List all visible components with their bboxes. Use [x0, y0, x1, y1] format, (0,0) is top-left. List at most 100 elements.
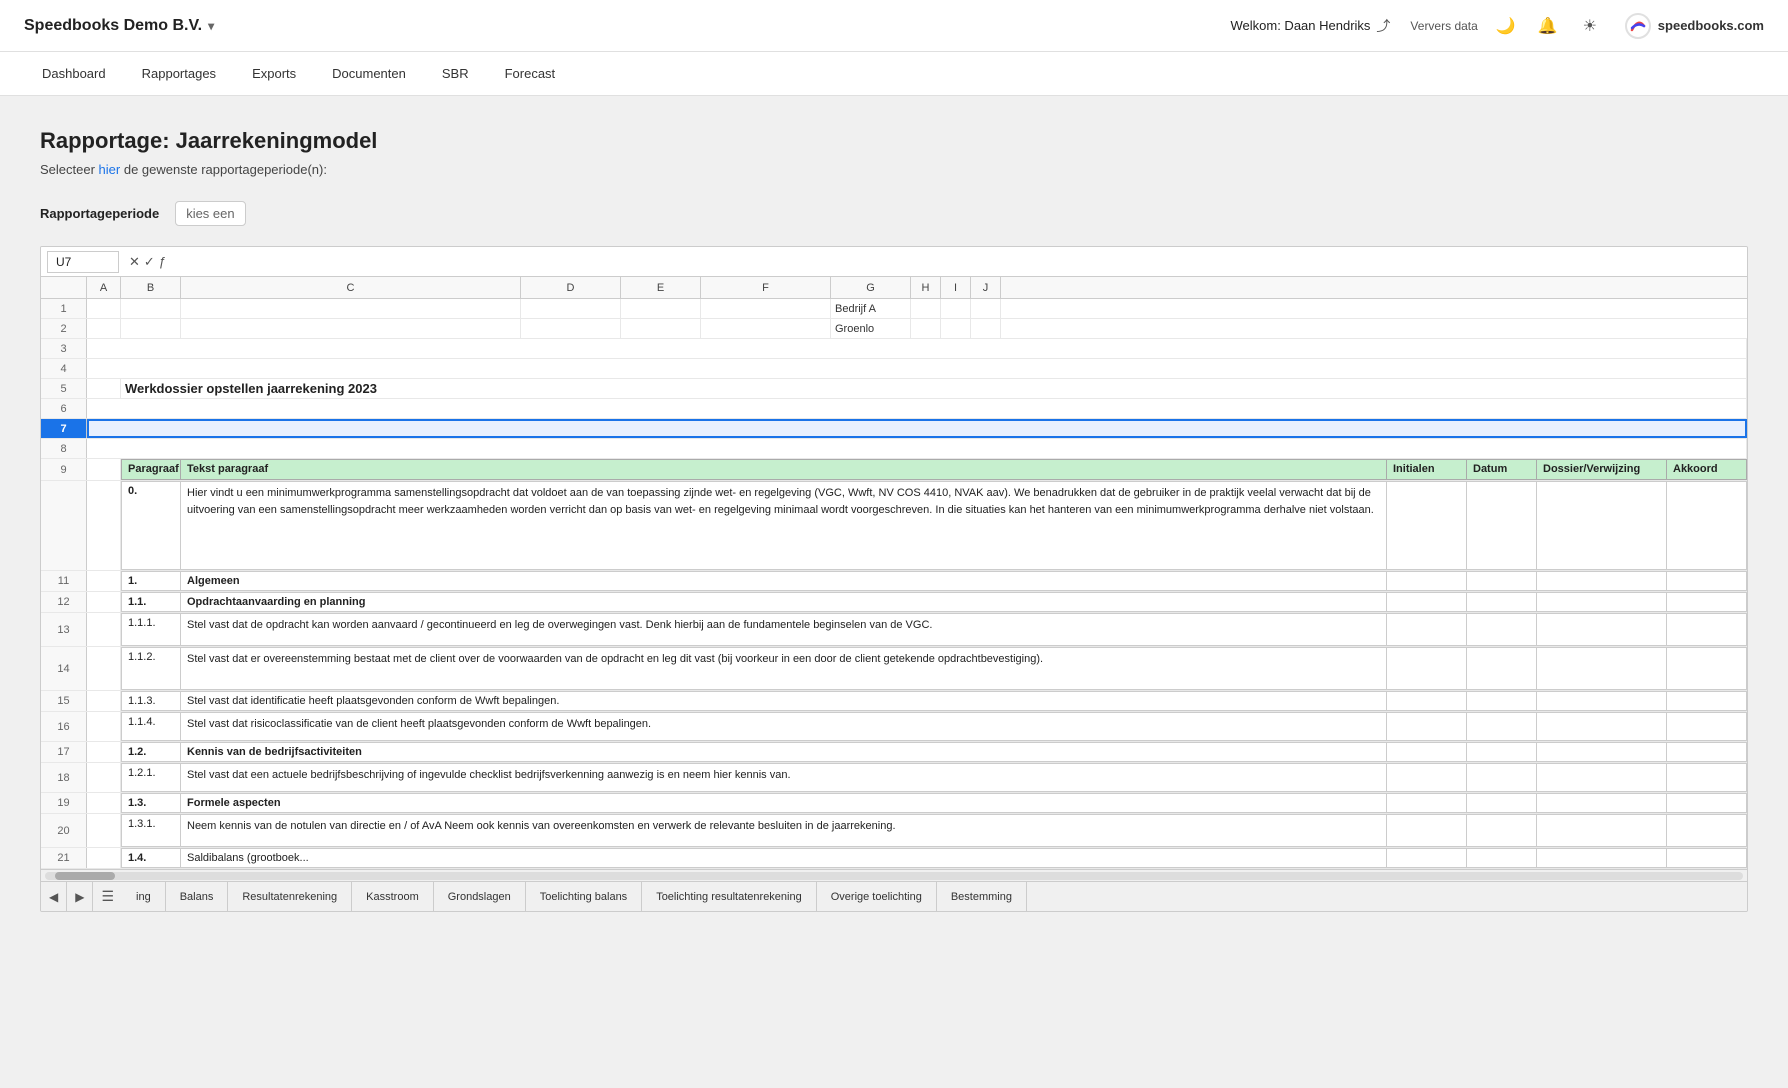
cell-12-a[interactable]: [87, 592, 121, 612]
td-datum-0[interactable]: [1467, 481, 1537, 570]
col-header-d[interactable]: D: [521, 277, 621, 298]
col-header-j[interactable]: J: [971, 277, 1001, 298]
col-header-f[interactable]: F: [701, 277, 831, 298]
cell-16-a[interactable]: [87, 712, 121, 741]
sheet-tab-prev[interactable]: ◀: [41, 882, 67, 912]
sheet-tab-grondslagen[interactable]: Grondslagen: [434, 882, 526, 912]
cell-2-a[interactable]: [87, 319, 121, 338]
td-p-18[interactable]: 1.2.1.: [121, 763, 181, 792]
brand-chevron[interactable]: ▾: [208, 19, 214, 33]
cell-2-f[interactable]: [701, 319, 831, 338]
td-a-11[interactable]: [1667, 571, 1747, 591]
cell-2-g[interactable]: Groenlo: [831, 319, 911, 338]
sheet-tab-bestemming[interactable]: Bestemming: [937, 882, 1027, 912]
period-select[interactable]: kies een: [175, 201, 245, 226]
cell-6-all[interactable]: [87, 399, 1747, 418]
sheet-tab-ing[interactable]: ing: [122, 882, 166, 912]
cell-7-selected[interactable]: [87, 419, 1747, 438]
sheet-tab-next[interactable]: ▶: [67, 882, 93, 912]
cell-20-a[interactable]: [87, 814, 121, 847]
cell-21-a[interactable]: [87, 848, 121, 868]
cell-3-all[interactable]: [87, 339, 1747, 358]
insert-function-icon[interactable]: ƒ: [159, 254, 166, 269]
cell-2-d[interactable]: [521, 319, 621, 338]
td-p-16[interactable]: 1.1.4.: [121, 712, 181, 741]
td-p-15[interactable]: 1.1.3.: [121, 691, 181, 711]
td-t-11[interactable]: Algemeen: [181, 571, 1387, 591]
brand[interactable]: Speedbooks Demo B.V. ▾: [24, 17, 214, 35]
td-t-20[interactable]: Neem kennis van de notulen van directie …: [181, 814, 1387, 847]
cell-2-j[interactable]: [971, 319, 1001, 338]
td-dossier-0[interactable]: [1537, 481, 1667, 570]
nav-item-sbr[interactable]: SBR: [424, 52, 487, 96]
td-akkoord-0[interactable]: [1667, 481, 1747, 570]
td-t-14[interactable]: Stel vast dat er overeenstemming bestaat…: [181, 647, 1387, 690]
td-initialen-0[interactable]: [1387, 481, 1467, 570]
cell-1-g[interactable]: Bedrijf A: [831, 299, 911, 318]
cell-9-a[interactable]: [87, 459, 121, 480]
td-tekst-0[interactable]: Hier vindt u een minimumwerkprogramma sa…: [181, 481, 1387, 570]
td-p-14[interactable]: 1.1.2.: [121, 647, 181, 690]
nav-item-documenten[interactable]: Documenten: [314, 52, 424, 96]
cell-8-all[interactable]: [87, 439, 1747, 458]
td-t-21[interactable]: Saldibalans (grootboek...: [181, 848, 1387, 868]
formula-input[interactable]: [176, 255, 1741, 269]
cell-18-a[interactable]: [87, 763, 121, 792]
nav-item-forecast[interactable]: Forecast: [487, 52, 574, 96]
td-i-11[interactable]: [1387, 571, 1467, 591]
cell-5-title[interactable]: Werkdossier opstellen jaarrekening 2023: [121, 379, 1747, 398]
cell-5-a[interactable]: [87, 379, 121, 398]
refresh-icon[interactable]: 🌙: [1492, 12, 1520, 40]
td-t-17[interactable]: Kennis van de bedrijfsactiviteiten: [181, 742, 1387, 762]
cancel-formula-icon[interactable]: ✕: [129, 254, 140, 270]
cell-1-f[interactable]: [701, 299, 831, 318]
logout-icon[interactable]: ⤴: [1376, 16, 1390, 36]
cell-19-a[interactable]: [87, 793, 121, 813]
cell-2-c[interactable]: [181, 319, 521, 338]
td-p-19[interactable]: 1.3.: [121, 793, 181, 813]
cell-2-b[interactable]: [121, 319, 181, 338]
td-t-18[interactable]: Stel vast dat een actuele bedrijfsbeschr…: [181, 763, 1387, 792]
cell-13-a[interactable]: [87, 613, 121, 646]
cell-2-h[interactable]: [911, 319, 941, 338]
cell-1-e[interactable]: [621, 299, 701, 318]
td-t-16[interactable]: Stel vast dat risicoclassificatie van de…: [181, 712, 1387, 741]
sheet-tab-balans[interactable]: Balans: [166, 882, 229, 912]
sheet-tab-kasstroom[interactable]: Kasstroom: [352, 882, 434, 912]
cell-4-all[interactable]: [87, 359, 1747, 378]
theme-icon[interactable]: ☀: [1576, 12, 1604, 40]
col-header-g[interactable]: G: [831, 277, 911, 298]
td-t-13[interactable]: Stel vast dat de opdracht kan worden aan…: [181, 613, 1387, 646]
cell-14-a[interactable]: [87, 647, 121, 690]
td-p-20[interactable]: 1.3.1.: [121, 814, 181, 847]
sheet-tab-toelichting-resultaten[interactable]: Toelichting resultatenrekening: [642, 882, 817, 912]
nav-item-exports[interactable]: Exports: [234, 52, 314, 96]
cell-1-b[interactable]: [121, 299, 181, 318]
subtitle-link[interactable]: hier: [99, 162, 121, 177]
td-p-17[interactable]: 1.2.: [121, 742, 181, 762]
h-scroll-track[interactable]: [45, 872, 1743, 880]
nav-item-rapportages[interactable]: Rapportages: [124, 52, 234, 96]
cell-11-a[interactable]: [87, 571, 121, 591]
sheet-tab-menu[interactable]: ☰: [93, 882, 122, 912]
notification-icon[interactable]: 🔔: [1534, 12, 1562, 40]
td-t-19[interactable]: Formele aspecten: [181, 793, 1387, 813]
sheet-tab-toelichting-balans[interactable]: Toelichting balans: [526, 882, 642, 912]
h-scroll-thumb[interactable]: [55, 872, 115, 880]
cell-1-j[interactable]: [971, 299, 1001, 318]
cell-1-h[interactable]: [911, 299, 941, 318]
cell-0-a[interactable]: [87, 481, 121, 570]
confirm-formula-icon[interactable]: ✓: [144, 254, 155, 270]
cell-ref-box[interactable]: U7: [47, 251, 119, 273]
td-paragraaf-0[interactable]: 0.: [121, 481, 181, 570]
nav-item-dashboard[interactable]: Dashboard: [24, 52, 124, 96]
td-p-11[interactable]: 1.: [121, 571, 181, 591]
col-header-a[interactable]: A: [87, 277, 121, 298]
cell-1-a[interactable]: [87, 299, 121, 318]
col-header-b[interactable]: B: [121, 277, 181, 298]
cell-1-d[interactable]: [521, 299, 621, 318]
td-t-15[interactable]: Stel vast dat identificatie heeft plaats…: [181, 691, 1387, 711]
td-t-12[interactable]: Opdrachtaanvaarding en planning: [181, 592, 1387, 612]
cell-17-a[interactable]: [87, 742, 121, 762]
sheet-tab-overige-toelichting[interactable]: Overige toelichting: [817, 882, 937, 912]
